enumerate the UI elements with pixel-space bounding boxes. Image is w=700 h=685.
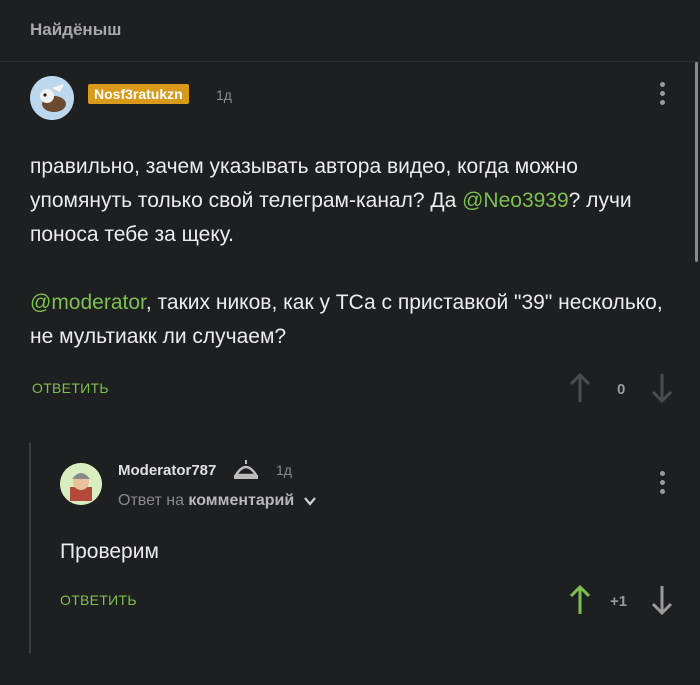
vote-count: +1 bbox=[610, 593, 628, 610]
scrollbar[interactable] bbox=[695, 62, 698, 262]
comment-time: 1д bbox=[216, 87, 232, 103]
divider bbox=[0, 61, 700, 62]
avatar[interactable] bbox=[60, 463, 102, 505]
comment-time: 1д bbox=[276, 462, 292, 478]
chevron-down-icon[interactable] bbox=[303, 494, 317, 508]
reply-button[interactable]: ОТВЕТИТЬ bbox=[60, 592, 137, 608]
reply-to-prefix: Ответ на bbox=[118, 492, 189, 509]
arrow-up-icon[interactable] bbox=[568, 372, 592, 404]
kebab-menu-icon[interactable] bbox=[660, 82, 666, 110]
author-name[interactable]: Moderator787 bbox=[118, 462, 216, 479]
author-name-badge[interactable]: Nosf3ratukzn bbox=[88, 84, 189, 104]
top-bar: Найдёныш bbox=[0, 0, 700, 62]
arrow-down-icon[interactable] bbox=[650, 584, 674, 616]
reply-to-label[interactable]: Ответ на комментарий bbox=[118, 492, 317, 510]
mention-link[interactable]: @moderator bbox=[30, 291, 146, 314]
comment-body: Проверим bbox=[60, 540, 159, 563]
reply-button[interactable]: ОТВЕТИТЬ bbox=[32, 380, 109, 396]
mention-link[interactable]: @Neo3939 bbox=[462, 189, 569, 212]
comment-body: правильно, зачем указывать автора видео,… bbox=[30, 150, 680, 354]
avatar[interactable] bbox=[30, 76, 74, 120]
arrow-down-icon[interactable] bbox=[650, 372, 674, 404]
moderator-helmet-icon bbox=[233, 460, 259, 479]
vote-count: 0 bbox=[617, 381, 626, 398]
page-title: Найдёныш bbox=[30, 20, 122, 39]
kebab-menu-icon[interactable] bbox=[660, 471, 666, 499]
reply-to-target[interactable]: комментарий bbox=[188, 492, 294, 509]
thread-line[interactable] bbox=[29, 443, 31, 653]
arrow-up-icon[interactable] bbox=[568, 584, 592, 616]
